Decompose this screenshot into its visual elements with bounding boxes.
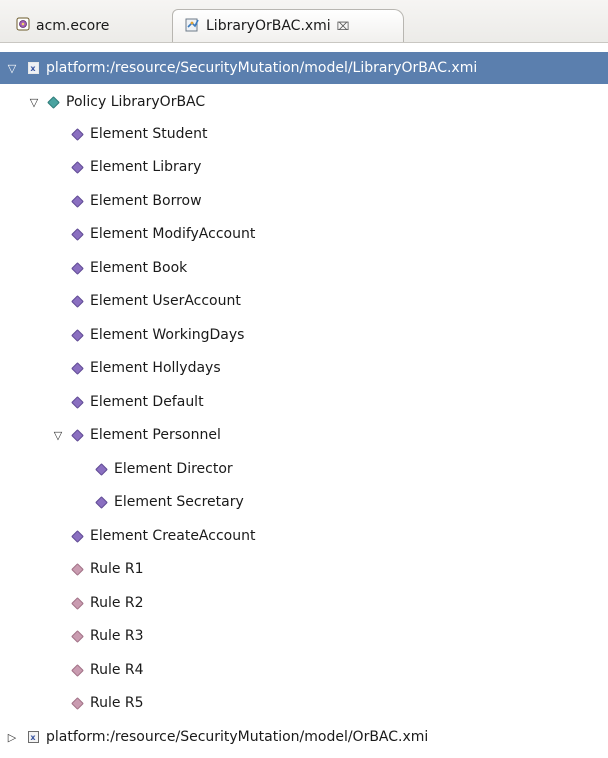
tree-row-element[interactable]: Element Default bbox=[0, 386, 608, 418]
xmi-resource-icon: x bbox=[26, 61, 40, 75]
rule-diamond-icon bbox=[70, 562, 84, 576]
tab-label: LibraryOrBAC.xmi bbox=[206, 18, 331, 34]
tree-item-label: Element Book bbox=[90, 260, 188, 276]
element-diamond-icon bbox=[70, 361, 84, 375]
rule-diamond-icon bbox=[70, 696, 84, 710]
tree-row-element-personnel[interactable]: ▽ Element Personnel bbox=[0, 419, 608, 451]
tree-item-label: Element UserAccount bbox=[90, 293, 241, 309]
tree-item-label: Element Secretary bbox=[114, 494, 244, 510]
element-diamond-icon bbox=[70, 160, 84, 174]
element-diamond-icon bbox=[70, 261, 84, 275]
tree-row-rule[interactable]: Rule R5 bbox=[0, 687, 608, 719]
tree-row-element[interactable]: Element UserAccount bbox=[0, 285, 608, 317]
element-diamond-icon bbox=[94, 462, 108, 476]
tree-item-label: Rule R4 bbox=[90, 662, 144, 678]
tree-row-element[interactable]: Element ModifyAccount bbox=[0, 218, 608, 250]
tree-item-label: Element WorkingDays bbox=[90, 327, 245, 343]
element-diamond-icon bbox=[70, 194, 84, 208]
tree-row-rule[interactable]: Rule R4 bbox=[0, 654, 608, 686]
close-icon[interactable]: ⌧ bbox=[337, 20, 350, 33]
tree-row-element[interactable]: Element Borrow bbox=[0, 185, 608, 217]
tree-item-label: Element Default bbox=[90, 394, 204, 410]
element-diamond-icon bbox=[70, 328, 84, 342]
tree-item-label: Element CreateAccount bbox=[90, 528, 256, 544]
element-diamond-icon bbox=[70, 395, 84, 409]
element-diamond-icon bbox=[70, 529, 84, 543]
tree-row-rule[interactable]: Rule R1 bbox=[0, 553, 608, 585]
tree-row-element[interactable]: Element Student bbox=[0, 118, 608, 150]
element-diamond-icon bbox=[70, 428, 84, 442]
xmi-editor-icon bbox=[185, 17, 200, 36]
tree-item-label: Element Library bbox=[90, 159, 202, 175]
rule-diamond-icon bbox=[70, 663, 84, 677]
tab-acm-ecore[interactable]: acm.ecore bbox=[6, 9, 170, 42]
ecore-file-icon bbox=[16, 17, 30, 35]
tree-row-element[interactable]: Element Secretary bbox=[0, 486, 608, 518]
tree-item-label: Rule R1 bbox=[90, 561, 144, 577]
tab-label: acm.ecore bbox=[36, 17, 110, 34]
tree-row-element[interactable]: Element Hollydays bbox=[0, 352, 608, 384]
tree-row-element[interactable]: Element Book bbox=[0, 252, 608, 284]
xmi-resource-icon: x bbox=[26, 730, 40, 744]
tree-item-label: Element Personnel bbox=[90, 427, 221, 443]
tree-row-rule[interactable]: Rule R2 bbox=[0, 587, 608, 619]
expand-arrow-icon[interactable]: ▽ bbox=[28, 96, 40, 109]
tree-item-label: Policy LibraryOrBAC bbox=[66, 94, 206, 110]
tree-item-label: Element Director bbox=[114, 461, 233, 477]
rule-diamond-icon bbox=[70, 596, 84, 610]
expand-arrow-icon[interactable]: ▽ bbox=[52, 429, 64, 442]
element-diamond-icon bbox=[70, 127, 84, 141]
tree-item-label: Rule R5 bbox=[90, 695, 144, 711]
tree-row-element[interactable]: Element Library bbox=[0, 151, 608, 183]
editor-frame: acm.ecore LibraryOrBAC.xmi ⌧ ▽ x platfor… bbox=[0, 0, 608, 758]
tree-row-policy[interactable]: ▽ Policy LibraryOrBAC bbox=[0, 86, 608, 118]
tree-row-element[interactable]: Element WorkingDays bbox=[0, 319, 608, 351]
rule-diamond-icon bbox=[70, 629, 84, 643]
tab-libraryorbac-xmi[interactable]: LibraryOrBAC.xmi ⌧ bbox=[172, 9, 404, 42]
tree-row-element[interactable]: Element Director bbox=[0, 453, 608, 485]
collapse-arrow-icon[interactable]: ▷ bbox=[6, 731, 18, 744]
tree-item-label: Element Hollydays bbox=[90, 360, 221, 376]
tree-item-label: Rule R2 bbox=[90, 595, 144, 611]
tree-item-label: platform:/resource/SecurityMutation/mode… bbox=[46, 60, 478, 76]
editor-tab-bar: acm.ecore LibraryOrBAC.xmi ⌧ bbox=[0, 0, 608, 43]
tree-item-label: Element Student bbox=[90, 126, 208, 142]
tree-item-label: Element ModifyAccount bbox=[90, 226, 256, 242]
tree-item-label: Rule R3 bbox=[90, 628, 144, 644]
policy-diamond-icon bbox=[46, 95, 60, 109]
tree-row-resource-orbac[interactable]: ▷ x platform:/resource/SecurityMutation/… bbox=[0, 721, 608, 753]
tree-row-rule[interactable]: Rule R3 bbox=[0, 620, 608, 652]
element-diamond-icon bbox=[70, 227, 84, 241]
tree-item-label: Element Borrow bbox=[90, 193, 202, 209]
element-diamond-icon bbox=[94, 495, 108, 509]
expand-arrow-icon[interactable]: ▽ bbox=[6, 62, 18, 75]
tree-row-resource-libraryorbac[interactable]: ▽ x platform:/resource/SecurityMutation/… bbox=[0, 52, 608, 84]
tree-item-label: platform:/resource/SecurityMutation/mode… bbox=[46, 729, 429, 745]
element-diamond-icon bbox=[70, 294, 84, 308]
tree-row-element[interactable]: Element CreateAccount bbox=[0, 520, 608, 552]
